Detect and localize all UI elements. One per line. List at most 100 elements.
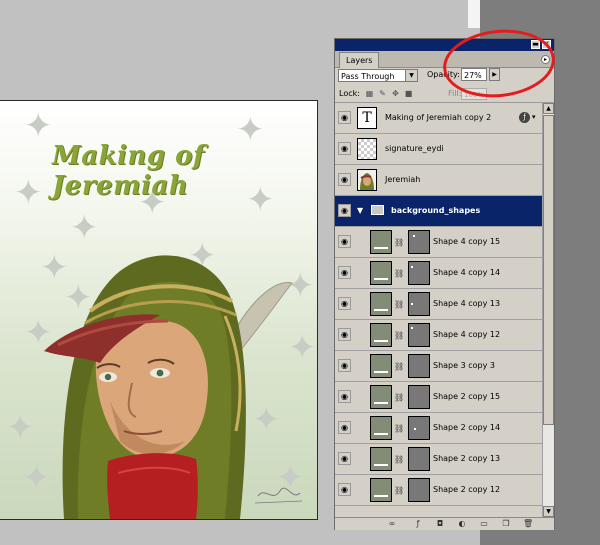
link-icon[interactable]: ⛓	[394, 455, 404, 464]
layer-name: Shape 4 copy 14	[433, 268, 501, 277]
window-edge	[468, 0, 480, 28]
add-style-icon[interactable]: ƒ	[413, 519, 423, 528]
shape-thumbnail	[370, 416, 392, 440]
new-group-icon[interactable]: ▭	[479, 519, 489, 528]
chevron-down-icon[interactable]: ▾	[532, 113, 536, 121]
layer-row[interactable]: ◉ ⛓ Shape 2 copy 15	[335, 382, 542, 413]
link-icon[interactable]: ⛓	[394, 331, 404, 340]
shape-thumbnail	[370, 261, 392, 285]
link-layers-icon[interactable]: ∞	[387, 519, 397, 528]
panel-bottom-toolbar: ∞ ƒ ◘ ◐ ▭ ❐ 🗑	[335, 517, 554, 530]
lock-move-icon[interactable]: ✥	[391, 89, 400, 98]
link-icon[interactable]: ⛓	[394, 238, 404, 247]
shape-thumbnail	[370, 478, 392, 502]
eye-icon[interactable]: ◉	[338, 390, 351, 403]
expand-triangle-icon[interactable]: ▼	[357, 206, 363, 215]
vector-mask-thumbnail	[408, 385, 430, 409]
layer-name: Shape 2 copy 13	[433, 454, 501, 463]
layer-row[interactable]: ◉ Jeremiah	[335, 165, 542, 196]
layer-name: Jeremiah	[385, 175, 421, 184]
layer-row[interactable]: ◉ signature_eydi	[335, 134, 542, 165]
link-icon[interactable]: ⛓	[394, 269, 404, 278]
text-layer-thumbnail: T	[357, 107, 377, 129]
vector-mask-thumbnail	[408, 261, 430, 285]
eye-icon[interactable]: ◉	[338, 421, 351, 434]
eye-icon[interactable]: ◉	[338, 266, 351, 279]
layer-name: Shape 2 copy 14	[433, 423, 501, 432]
layer-row[interactable]: ◉ ⛓ Shape 3 copy 3	[335, 351, 542, 382]
photoshop-workspace: ✦ ✦ ✦ ✦ ✦ ✦ ✦ ✦ ✦ ✦ ✦ ✦ ✦ ✦ ✦ ✦ Making o…	[0, 0, 600, 545]
new-layer-icon[interactable]: ❐	[501, 519, 511, 528]
chevron-down-icon[interactable]: ▼	[405, 70, 417, 81]
lock-all-icon[interactable]: ■	[404, 89, 413, 98]
eye-icon[interactable]: ◉	[338, 297, 351, 310]
eye-icon[interactable]: ◉	[338, 204, 351, 217]
layer-row[interactable]: ◉ ⛓ Shape 2 copy 14	[335, 413, 542, 444]
lock-label: Lock:	[339, 89, 360, 98]
vector-mask-thumbnail	[408, 416, 430, 440]
link-icon[interactable]: ⛓	[394, 486, 404, 495]
blend-mode-select[interactable]: Pass Through ▼	[338, 69, 418, 82]
eye-icon[interactable]: ◉	[338, 328, 351, 341]
shape-thumbnail	[370, 447, 392, 471]
layer-name: Shape 4 copy 13	[433, 299, 501, 308]
add-mask-icon[interactable]: ◘	[435, 519, 445, 528]
lock-transparent-icon[interactable]: ▦	[365, 89, 374, 98]
layer-name: Shape 4 copy 15	[433, 237, 501, 246]
layer-row[interactable]: ◉ ⛓ Shape 2 copy 12	[335, 475, 542, 506]
vector-mask-thumbnail	[408, 230, 430, 254]
eye-icon[interactable]: ◉	[338, 173, 351, 186]
link-icon[interactable]: ⛓	[394, 362, 404, 371]
layer-name: signature_eydi	[385, 144, 444, 153]
character-portrait	[44, 255, 303, 519]
link-icon[interactable]: ⛓	[394, 300, 404, 309]
layer-name: Shape 2 copy 15	[433, 392, 501, 401]
eye-icon[interactable]: ◉	[338, 111, 351, 124]
layer-name: Making of Jeremiah copy 2	[385, 113, 492, 122]
layers-list: ◉ T Making of Jeremiah copy 2 ƒ ▾ ◉ sign…	[335, 103, 542, 517]
shape-thumbnail	[370, 385, 392, 409]
eye-icon[interactable]: ◉	[338, 235, 351, 248]
eye-icon[interactable]: ◉	[338, 142, 351, 155]
tab-layers[interactable]: Layers	[339, 52, 380, 68]
vector-mask-thumbnail	[408, 447, 430, 471]
layer-row[interactable]: ◉ ⛓ Shape 2 copy 13	[335, 444, 542, 475]
layer-name: Shape 3 copy 3	[433, 361, 495, 370]
document-canvas[interactable]: ✦ ✦ ✦ ✦ ✦ ✦ ✦ ✦ ✦ ✦ ✦ ✦ ✦ ✦ ✦ ✦ Making o…	[0, 100, 318, 520]
layer-name: Shape 2 copy 12	[433, 485, 501, 494]
shape-thumbnail	[370, 230, 392, 254]
vector-mask-thumbnail	[408, 323, 430, 347]
layers-scrollbar[interactable]: ▲ ▼	[542, 103, 554, 517]
eye-icon[interactable]: ◉	[338, 452, 351, 465]
vector-mask-thumbnail	[408, 292, 430, 316]
folder-icon	[371, 205, 384, 215]
layer-row[interactable]: ◉ T Making of Jeremiah copy 2 ƒ ▾	[335, 103, 542, 134]
group-row-selected[interactable]: ◉ ▼ background_shapes	[335, 196, 542, 227]
layer-name: Shape 4 copy 12	[433, 330, 501, 339]
eye-icon[interactable]: ◉	[338, 359, 351, 372]
trash-icon[interactable]: 🗑	[523, 519, 533, 528]
vector-mask-thumbnail	[408, 354, 430, 378]
layer-row[interactable]: ◉ ⛓ Shape 4 copy 12	[335, 320, 542, 351]
layer-row[interactable]: ◉ ⛓ Shape 4 copy 14	[335, 258, 542, 289]
link-icon[interactable]: ⛓	[394, 424, 404, 433]
vector-mask-thumbnail	[408, 478, 430, 502]
layer-row[interactable]: ◉ ⛓ Shape 4 copy 13	[335, 289, 542, 320]
shape-thumbnail	[370, 323, 392, 347]
layer-style-icon[interactable]: ƒ	[519, 112, 530, 123]
scrollbar-thumb[interactable]	[543, 115, 554, 425]
lock-brush-icon[interactable]: ✎	[378, 89, 387, 98]
scroll-up-icon[interactable]: ▲	[543, 103, 554, 114]
transparent-layer-thumbnail	[357, 138, 377, 160]
shape-thumbnail	[370, 354, 392, 378]
shape-thumbnail	[370, 292, 392, 316]
adjustment-layer-icon[interactable]: ◐	[457, 519, 467, 528]
eye-icon[interactable]: ◉	[338, 483, 351, 496]
image-layer-thumbnail	[357, 169, 377, 191]
blend-mode-value: Pass Through	[341, 72, 395, 81]
scroll-down-icon[interactable]: ▼	[543, 506, 554, 517]
layers-panel: ▬ ✕ Layers Pass Through ▼ Opacity: 27% ▶…	[334, 38, 555, 530]
layer-row[interactable]: ◉ ⛓ Shape 4 copy 15	[335, 227, 542, 258]
link-icon[interactable]: ⛓	[394, 393, 404, 402]
group-name: background_shapes	[391, 206, 481, 215]
